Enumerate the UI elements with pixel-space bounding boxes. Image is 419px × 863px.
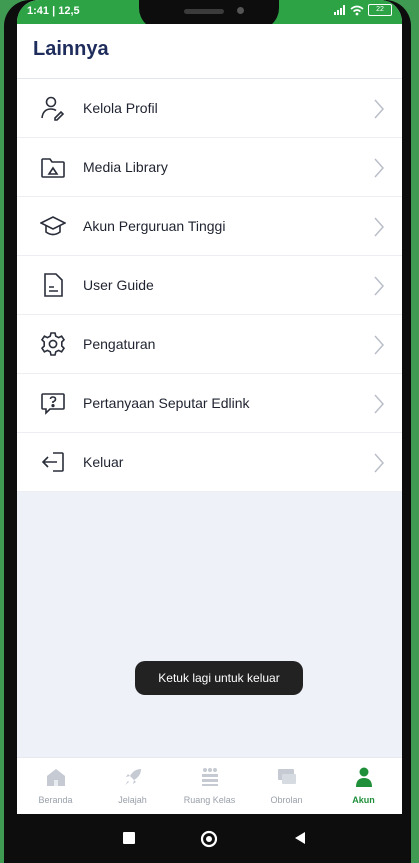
document-icon bbox=[44, 273, 63, 297]
question-chat-icon bbox=[41, 393, 65, 415]
back-button[interactable] bbox=[292, 830, 308, 846]
speaker-grille bbox=[184, 9, 224, 14]
chevron-right-icon bbox=[374, 99, 385, 119]
nav-akun[interactable]: Akun bbox=[325, 764, 402, 808]
nav-ruang-kelas[interactable]: Ruang Kelas bbox=[171, 764, 248, 808]
menu-item-kelola-profil[interactable]: Kelola Profil bbox=[17, 79, 402, 138]
rocket-icon bbox=[124, 769, 141, 785]
nav-label: Jelajah bbox=[118, 795, 147, 805]
chevron-right-icon bbox=[374, 158, 385, 178]
nav-label: Akun bbox=[352, 795, 375, 805]
battery-icon: 22 bbox=[368, 4, 392, 16]
gear-icon bbox=[40, 332, 66, 356]
nav-label: Ruang Kelas bbox=[183, 795, 236, 805]
chat-icon bbox=[277, 769, 296, 784]
app-screen: 1:41 | 12,5 22 Lainnya Kelola Profil Med… bbox=[17, 0, 402, 814]
menu-item-pengaturan[interactable]: Pengaturan bbox=[17, 315, 402, 374]
menu-item-pertanyaan-seputar-edlink[interactable]: Pertanyaan Seputar Edlink bbox=[17, 374, 402, 433]
nav-jelajah[interactable]: Jelajah bbox=[94, 764, 171, 808]
folder-icon bbox=[41, 158, 65, 178]
page-header: Lainnya bbox=[17, 24, 402, 79]
chevron-right-icon bbox=[374, 217, 385, 237]
user-edit-icon bbox=[41, 96, 65, 121]
home-button[interactable] bbox=[200, 830, 218, 848]
menu-label: Keluar bbox=[83, 454, 124, 470]
menu-label: User Guide bbox=[83, 277, 154, 293]
bottom-navigation: Beranda Jelajah Ruang Kelas Obrolan Akun bbox=[17, 757, 402, 814]
nav-beranda[interactable]: Beranda bbox=[17, 764, 94, 808]
chevron-right-icon bbox=[374, 335, 385, 355]
exit-toast: Ketuk lagi untuk keluar bbox=[135, 661, 303, 695]
menu-item-akun-perguruan-tinggi[interactable]: Akun Perguruan Tinggi bbox=[17, 197, 402, 256]
nav-obrolan[interactable]: Obrolan bbox=[248, 764, 325, 808]
menu-label: Pertanyaan Seputar Edlink bbox=[83, 395, 250, 411]
nav-label: Beranda bbox=[38, 795, 73, 805]
status-time: 1:41 | 12,5 bbox=[27, 5, 80, 17]
menu-item-keluar[interactable]: Keluar bbox=[17, 433, 402, 492]
phone-frame: 1:41 | 12,5 22 Lainnya Kelola Profil Med… bbox=[4, 0, 411, 863]
page-title: Lainnya bbox=[33, 38, 109, 60]
signal-icon bbox=[334, 5, 345, 15]
menu-item-media-library[interactable]: Media Library bbox=[17, 138, 402, 197]
logout-icon bbox=[41, 452, 64, 472]
recents-button[interactable] bbox=[121, 830, 137, 846]
settings-menu: Kelola Profil Media Library Akun Perguru… bbox=[17, 79, 402, 492]
menu-label: Pengaturan bbox=[83, 336, 156, 352]
graduation-cap-icon bbox=[40, 216, 66, 236]
chevron-right-icon bbox=[374, 276, 385, 296]
chevron-right-icon bbox=[374, 453, 385, 473]
menu-label: Media Library bbox=[83, 159, 168, 175]
classroom-icon bbox=[201, 768, 218, 786]
nav-label: Obrolan bbox=[270, 795, 303, 805]
menu-item-user-guide[interactable]: User Guide bbox=[17, 256, 402, 315]
front-camera bbox=[237, 7, 244, 14]
chevron-right-icon bbox=[374, 394, 385, 414]
system-navigation-bar bbox=[4, 814, 411, 863]
menu-label: Akun Perguruan Tinggi bbox=[83, 218, 226, 234]
status-icons: 22 bbox=[334, 4, 392, 16]
home-icon bbox=[46, 769, 65, 786]
menu-label: Kelola Profil bbox=[83, 100, 158, 116]
account-icon bbox=[355, 767, 372, 787]
wifi-icon bbox=[350, 5, 364, 15]
